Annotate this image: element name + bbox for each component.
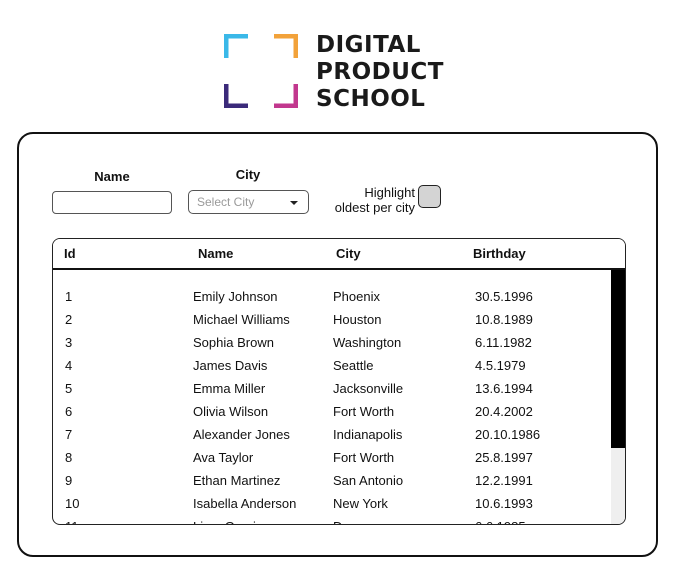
table-row[interactable]: 11 Liam Garcia Denver 6.6.1985 (53, 519, 610, 524)
column-header-city[interactable]: City (336, 246, 361, 261)
cell-city: Houston (333, 312, 382, 327)
column-header-id[interactable]: Id (64, 246, 76, 261)
cell-name: Sophia Brown (193, 335, 274, 350)
logo-corner-bottom-right (274, 84, 298, 108)
digital-product-school-logo: DIGITAL PRODUCT SCHOOL (224, 32, 464, 113)
cell-id: 4 (65, 358, 73, 373)
highlight-label-line-1: Highlight (364, 185, 415, 200)
cell-birthday: 10.6.1993 (475, 496, 533, 511)
city-select-placeholder: Select City (197, 195, 255, 209)
cell-city: Denver (333, 519, 375, 524)
table-row[interactable]: 5 Emma Miller Jacksonville 13.6.1994 (53, 381, 610, 404)
cell-birthday: 4.5.1979 (475, 358, 526, 373)
cell-id: 6 (65, 404, 73, 419)
logo-line-1: DIGITAL (316, 32, 421, 58)
cell-id: 2 (65, 312, 73, 327)
cell-id: 5 (65, 381, 73, 396)
table-row[interactable]: 10 Isabella Anderson New York 10.6.1993 (53, 496, 610, 519)
cell-id: 3 (65, 335, 73, 350)
cell-city: Seattle (333, 358, 374, 373)
table-row[interactable]: 9 Ethan Martinez San Antonio 12.2.1991 (53, 473, 610, 496)
cell-name: James Davis (193, 358, 268, 373)
cell-name: Liam Garcia (193, 519, 263, 524)
table-row[interactable]: 7 Alexander Jones Indianapolis 20.10.1986 (53, 427, 610, 450)
logo-corner-bottom-left (224, 84, 248, 108)
table-row[interactable]: 6 Olivia Wilson Fort Worth 20.4.2002 (53, 404, 610, 427)
cell-birthday: 12.2.1991 (475, 473, 533, 488)
cell-id: 11 (65, 519, 79, 524)
cell-name: Olivia Wilson (193, 404, 269, 419)
table-row[interactable]: 1 Emily Johnson Phoenix 30.5.1996 (53, 289, 610, 312)
logo-corner-top-left (224, 34, 248, 58)
people-table: Id Name City Birthday 1 Emily Johnson Phoe… (52, 238, 626, 525)
cell-birthday: 30.5.1996 (475, 289, 533, 304)
chevron-down-icon (290, 201, 298, 205)
table-row[interactable]: 3 Sophia Brown Washington 6.11.1982 (53, 335, 610, 358)
cell-name: Isabella Anderson (193, 496, 297, 511)
cell-city: Jacksonville (333, 381, 404, 396)
table-body: 1 Emily Johnson Phoenix 30.5.1996 2 Michael W… (53, 272, 610, 524)
cell-name: Alexander Jones (193, 427, 290, 442)
vertical-scrollbar[interactable] (611, 270, 625, 524)
logo-wordmark: DIGITAL PRODUCT SCHOOL (316, 32, 444, 113)
name-filter-input[interactable] (52, 191, 172, 214)
table-row[interactable]: 8 Ava Taylor Fort Worth 25.8.1997 (53, 450, 610, 473)
city-filter-label: City (235, 167, 261, 182)
cell-name: Emily Johnson (193, 289, 278, 304)
table-header: Id Name City Birthday (53, 239, 625, 270)
logo-line-2: PRODUCT (316, 59, 444, 85)
city-filter-select[interactable]: Select City (188, 190, 309, 214)
cell-name: Ethan Martinez (193, 473, 281, 488)
cell-city: Phoenix (333, 289, 380, 304)
cell-birthday: 25.8.1997 (475, 450, 533, 465)
cell-id: 8 (65, 450, 73, 465)
cell-birthday: 10.8.1989 (475, 312, 533, 327)
cell-city: Fort Worth (333, 404, 395, 419)
cell-birthday: 13.6.1994 (475, 381, 533, 396)
table-row[interactable]: 2 Michael Williams Houston 10.8.1989 (53, 312, 610, 335)
logo-corner-top-right (274, 34, 298, 58)
cell-birthday: 6.11.1982 (475, 335, 532, 350)
cell-birthday: 6.6.1985 (475, 519, 526, 524)
cell-id: 10 (65, 496, 80, 511)
column-header-birthday[interactable]: Birthday (473, 246, 526, 261)
logo-mark-icon (224, 34, 298, 108)
cell-id: 9 (65, 473, 73, 488)
cell-birthday: 20.4.2002 (475, 404, 533, 419)
logo-line-3: SCHOOL (316, 86, 426, 112)
cell-city: Washington (333, 335, 402, 350)
cell-name: Ava Taylor (193, 450, 254, 465)
cell-city: San Antonio (333, 473, 404, 488)
column-header-name[interactable]: Name (198, 246, 233, 261)
highlight-oldest-label: Highlight oldest per city (319, 185, 415, 215)
table-row[interactable]: 4 James Davis Seattle 4.5.1979 (53, 358, 610, 381)
people-table-card: Name City Select City Highlight oldest p… (17, 132, 658, 557)
cell-id: 1 (65, 289, 73, 304)
cell-city: New York (333, 496, 388, 511)
highlight-oldest-checkbox[interactable] (418, 185, 441, 208)
cell-birthday: 20.10.1986 (475, 427, 541, 442)
cell-name: Michael Williams (193, 312, 290, 327)
scrollbar-thumb[interactable] (611, 270, 625, 448)
cell-name: Emma Miller (193, 381, 266, 396)
highlight-label-line-2: oldest per city (334, 200, 415, 215)
cell-city: Indianapolis (333, 427, 403, 442)
cell-id: 7 (65, 427, 73, 442)
name-filter-label: Name (94, 169, 130, 184)
cell-city: Fort Worth (333, 450, 395, 465)
